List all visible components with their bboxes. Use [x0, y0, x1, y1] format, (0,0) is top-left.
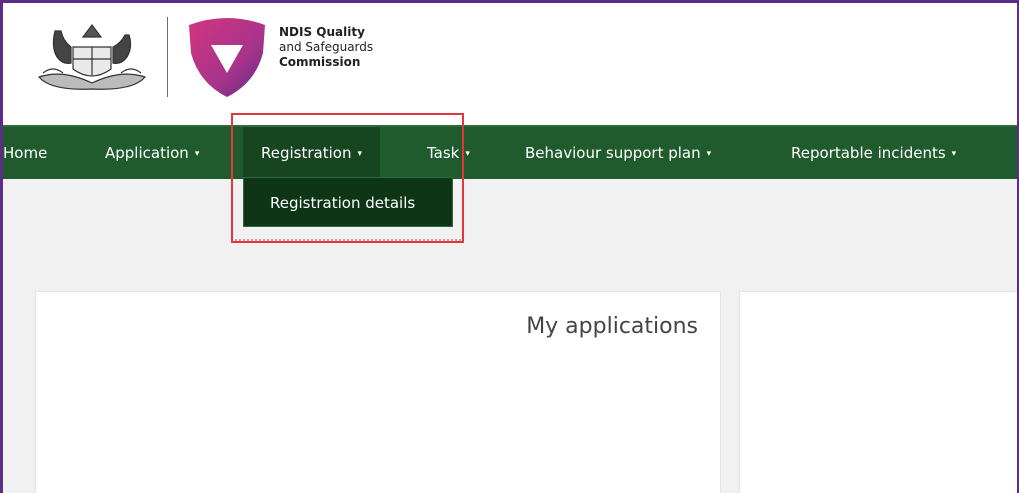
nav-reportable-incidents-label: Reportable incidents — [791, 144, 946, 162]
my-applications-card: My applications — [35, 291, 721, 493]
nav-registration-label: Registration — [261, 144, 352, 162]
nav-task[interactable]: Task ▾ — [427, 127, 482, 179]
registration-dropdown-menu: Registration details — [243, 177, 453, 227]
logo-line-1: NDIS Quality — [279, 25, 365, 39]
nav-registration[interactable]: Registration ▾ — [243, 127, 380, 179]
nav-application[interactable]: Application ▾ — [93, 127, 211, 179]
ndis-logo-text: NDIS Quality and Safeguards Commission — [279, 25, 373, 70]
nav-task-label: Task — [427, 144, 460, 162]
chevron-down-icon: ▾ — [706, 149, 712, 159]
nav-home[interactable]: Home — [3, 127, 59, 179]
nav-reportable-incidents[interactable]: Reportable incidents ▾ — [791, 127, 968, 179]
nav-home-label: Home — [3, 144, 48, 162]
site-header: NDIS Quality and Safeguards Commission — [3, 3, 1017, 125]
chevron-down-icon: ▾ — [465, 149, 470, 159]
ndis-shield-icon — [189, 18, 265, 97]
nav-behaviour-support-plan[interactable]: Behaviour support plan ▾ — [525, 127, 723, 179]
logo-line-2: and Safeguards — [279, 40, 374, 54]
chevron-down-icon: ▾ — [194, 149, 200, 159]
chevron-down-icon: ▾ — [951, 149, 957, 159]
annotation-smudge — [235, 239, 461, 247]
dropdown-item-registration-details[interactable]: Registration details — [270, 178, 415, 228]
coat-of-arms-icon — [37, 24, 147, 90]
nav-application-label: Application — [105, 144, 189, 162]
main-nav: Home Application ▾ Registration ▾ Task ▾ Be… — [3, 125, 1017, 179]
my-applications-title: My applications — [526, 314, 698, 339]
logo-line-3: Commission — [279, 55, 361, 69]
chevron-down-icon: ▾ — [357, 149, 362, 159]
app-window: NDIS Quality and Safeguards Commission H… — [0, 0, 1019, 493]
header-divider — [167, 17, 168, 97]
secondary-card — [739, 291, 1017, 493]
nav-behaviour-support-plan-label: Behaviour support plan — [525, 144, 701, 162]
